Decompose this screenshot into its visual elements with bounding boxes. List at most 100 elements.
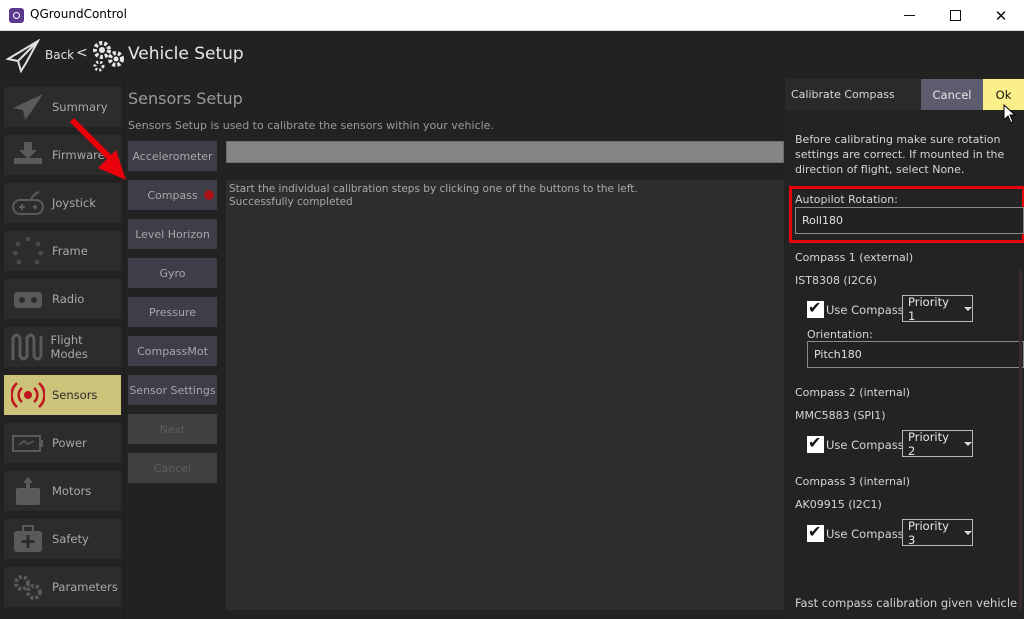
gyro-button[interactable]: Gyro [128,258,217,288]
maximize-icon [949,10,961,21]
button-label: Gyro [159,266,186,280]
compass-2-use-label: Use Compass [826,438,904,452]
sidebar-item-power[interactable]: Power [4,423,121,463]
calibrate-compass-panel: Calibrate Compass Cancel Ok Before calib… [785,79,1024,619]
sidebar-item-label: Flight Modes [50,333,88,361]
joystick-icon [8,185,48,221]
compass-1-priority-select[interactable]: Priority 1 [902,294,973,323]
battery-icon [8,425,48,461]
sidebar-item-label: Parameters [52,580,118,594]
sidebar-item-safety[interactable]: Safety [4,519,121,559]
chevron-down-icon [964,441,972,446]
qgc-app-icon [9,8,24,23]
sidebar-item-motors[interactable]: Motors [4,471,121,511]
download-icon [8,137,48,173]
priority-value: Priority 1 [908,294,949,323]
compassmot-button[interactable]: CompassMot [128,336,217,366]
sidebar-item-label: Sensors [52,388,98,402]
sensors-icon [8,377,48,413]
button-label: Next [159,422,186,436]
gears-icon [8,569,48,605]
sidebar-item-label: Motors [52,484,92,498]
status-line: Start the individual calibration steps b… [229,183,638,195]
panel-title: Calibrate Compass [791,88,895,101]
radio-icon [8,281,48,317]
cancel-calibration-button[interactable]: Cancel [128,453,217,483]
maximize-button[interactable] [932,0,978,31]
ok-label: Ok [995,87,1012,102]
safety-icon [8,521,48,557]
button-label: Accelerometer [132,149,213,163]
close-icon: ✕ [994,6,1008,25]
main-toolbar: Back < Vehicle Setup [0,31,1024,79]
next-button[interactable]: Next [128,414,217,444]
compass-3-device: AK09915 (I2C1) [795,498,882,511]
flight-modes-icon [8,329,47,365]
close-button[interactable]: ✕ [978,0,1024,31]
button-label: CompassMot [137,344,208,358]
pressure-button[interactable]: Pressure [128,297,217,327]
compass-1-orientation-select[interactable]: Pitch180 [807,341,1024,368]
status-line: Successfully completed [229,196,353,208]
sidebar-item-parameters[interactable]: Parameters [4,567,121,607]
autopilot-rotation-select[interactable]: Roll180 [795,207,1024,234]
autopilot-rotation-value: Roll180 [802,214,843,227]
calibration-intro-text: Before calibrating make sure rotation se… [795,133,1005,176]
button-label: Level Horizon [135,227,210,241]
button-label: Compass [147,188,198,202]
minimize-button[interactable] [886,0,932,31]
compass-3-priority-select[interactable]: Priority 3 [902,518,973,547]
compass-1-title: Compass 1 (external) [795,251,914,264]
orientation-value: Pitch180 [814,348,862,361]
calibration-status-area: Start the individual calibration steps b… [226,180,784,610]
sidebar-item-flight-modes[interactable]: Flight Modes [4,327,121,367]
sensors-title: Sensors Setup [128,89,243,108]
sidebar-item-sensors[interactable]: Sensors [4,375,121,415]
compass-1-orientation-label: Orientation: [807,328,873,341]
compass-1-use-checkbox[interactable] [807,298,824,318]
frame-icon [8,233,48,269]
compass-3-use-label: Use Compass [826,527,904,541]
compass-1-device: IST8308 (I2C6) [795,274,877,287]
minimize-icon [903,15,915,16]
sidebar-item-label: Frame [52,244,88,258]
cancel-button[interactable]: Cancel [921,79,983,110]
paper-plane-icon [8,89,48,125]
sidebar-item-radio[interactable]: Radio [4,279,121,319]
page-title: Vehicle Setup [128,44,244,64]
gears-icon [93,41,124,72]
priority-value: Priority 2 [908,429,949,458]
paper-plane-icon[interactable] [6,39,40,73]
accelerometer-button[interactable]: Accelerometer [128,141,217,171]
compass-button[interactable]: Compass [128,180,217,210]
sidebar-item-label: Safety [52,532,89,546]
annotation-arrow-icon [69,117,126,180]
cancel-label: Cancel [932,87,972,102]
compass-2-use-checkbox[interactable] [807,433,824,453]
button-label: Cancel [153,461,192,475]
priority-value: Priority 3 [908,518,949,547]
mouse-cursor-icon [1003,104,1017,124]
sidebar-item-frame[interactable]: Frame [4,231,121,271]
level-horizon-button[interactable]: Level Horizon [128,219,217,249]
compass-3-title: Compass 3 (internal) [795,475,911,488]
sidebar-item-label: Radio [52,292,85,306]
back-button[interactable]: Back [45,48,74,62]
compass-2-title: Compass 2 (internal) [795,386,911,399]
compass-2-device: MMC5883 (SPI1) [795,409,886,422]
panel-header: Calibrate Compass Cancel Ok [785,79,1024,110]
compass-1-use-label: Use Compass [826,303,904,317]
chevron-down-icon [964,306,972,311]
breadcrumb-separator: < [76,45,88,61]
window-title: QGroundControl [30,7,127,21]
compass-3-use-checkbox[interactable] [807,522,824,542]
motor-icon [8,473,48,509]
compass-2-priority-select[interactable]: Priority 2 [902,429,973,458]
sidebar-item-label: Joystick [52,196,96,210]
window-titlebar: QGroundControl ✕ [0,0,1024,31]
fast-calibration-text: Fast compass calibration given vehicle [795,596,1018,610]
sidebar-item-label: Power [52,436,87,450]
calibration-needed-indicator [204,190,214,200]
panel-scrollbar[interactable] [1019,270,1022,610]
sensor-settings-button[interactable]: Sensor Settings [128,375,217,405]
